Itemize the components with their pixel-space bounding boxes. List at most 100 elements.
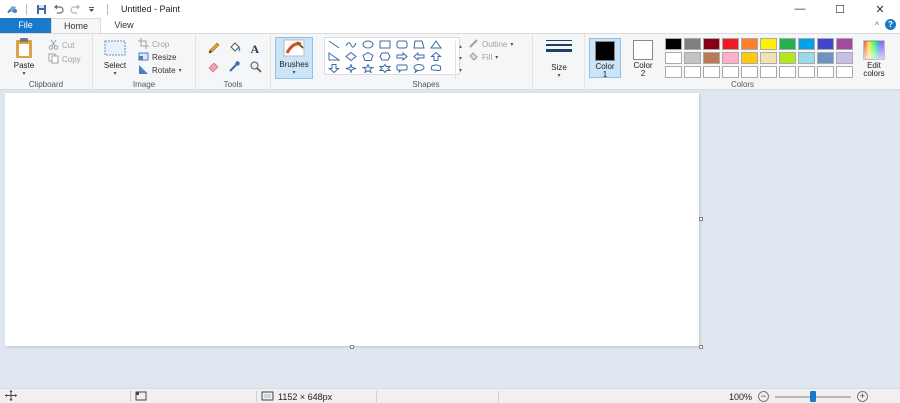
cloud-callout-shape-icon[interactable] xyxy=(429,63,443,74)
zoom-out-button[interactable]: − xyxy=(758,391,770,402)
size-dropdown-icon[interactable]: ▾ xyxy=(542,72,576,81)
rotate-dropdown-icon[interactable]: ▾ xyxy=(179,67,182,74)
gallery-up-icon[interactable]: ▴ xyxy=(456,41,465,53)
pentagon-shape-icon[interactable] xyxy=(361,51,375,62)
diamond-shape-icon[interactable] xyxy=(344,51,358,62)
palette-color-swatch[interactable] xyxy=(779,38,796,50)
magnifier-icon[interactable] xyxy=(248,59,262,73)
paste-dropdown-icon[interactable]: ▾ xyxy=(8,70,40,79)
copy-button[interactable]: Copy xyxy=(48,53,81,65)
brushes-button[interactable]: Brushes ▾ xyxy=(275,37,313,79)
tab-file[interactable]: File xyxy=(0,18,51,33)
canvas-resize-handle-bottom[interactable] xyxy=(350,345,354,349)
palette-color-swatch[interactable] xyxy=(836,38,853,50)
color-2-button[interactable]: Color 2 xyxy=(627,38,659,78)
tab-home[interactable]: Home xyxy=(51,18,101,33)
resize-button[interactable]: Resize xyxy=(138,51,176,63)
color-1-button[interactable]: Color 1 xyxy=(589,38,621,79)
palette-color-swatch[interactable] xyxy=(684,38,701,50)
select-dropdown-icon[interactable]: ▾ xyxy=(99,70,131,79)
rectangle-shape-icon[interactable] xyxy=(378,39,392,50)
right-arrow-shape-icon[interactable] xyxy=(395,51,409,62)
palette-color-swatch[interactable] xyxy=(817,52,834,64)
triangle-shape-icon[interactable] xyxy=(429,39,443,50)
palette-color-swatch[interactable] xyxy=(684,66,701,78)
gallery-down-icon[interactable]: ▾ xyxy=(456,53,465,65)
canvas-resize-handle-right[interactable] xyxy=(699,217,703,221)
drawing-canvas[interactable] xyxy=(5,93,699,346)
right-triangle-shape-icon[interactable] xyxy=(327,51,341,62)
brushes-dropdown-icon[interactable]: ▾ xyxy=(276,69,312,78)
palette-color-swatch[interactable] xyxy=(665,52,682,64)
palette-color-swatch[interactable] xyxy=(836,66,853,78)
fill-dropdown-icon[interactable]: ▾ xyxy=(495,54,498,61)
outline-dropdown-icon[interactable]: ▾ xyxy=(510,41,513,48)
zoom-in-button[interactable]: + xyxy=(857,391,869,402)
shapes-gallery-scroll[interactable]: ▴ ▾ ▾ xyxy=(455,41,465,79)
palette-color-swatch[interactable] xyxy=(722,52,739,64)
palette-color-swatch[interactable] xyxy=(703,38,720,50)
palette-color-swatch[interactable] xyxy=(779,66,796,78)
fill-button[interactable]: Fill ▾ xyxy=(468,51,498,63)
palette-color-swatch[interactable] xyxy=(665,66,682,78)
maximize-button[interactable]: ☐ xyxy=(820,0,860,18)
palette-color-swatch[interactable] xyxy=(703,52,720,64)
customize-toolbar-chevron-icon[interactable] xyxy=(87,4,98,15)
palette-color-swatch[interactable] xyxy=(741,66,758,78)
color-picker-icon[interactable] xyxy=(227,59,241,73)
hexagon-shape-icon[interactable] xyxy=(378,51,392,62)
edit-colors-button[interactable]: Edit colors xyxy=(857,38,891,78)
up-arrow-shape-icon[interactable] xyxy=(429,51,443,62)
outline-button[interactable]: Outline ▾ xyxy=(468,38,513,50)
text-tool-icon[interactable]: A xyxy=(248,41,262,55)
polygon-shape-icon[interactable] xyxy=(412,39,426,50)
fill-bucket-icon[interactable] xyxy=(227,41,241,55)
line-shape-icon[interactable] xyxy=(327,39,341,50)
select-button[interactable]: Select ▾ xyxy=(99,37,131,79)
paint-app-icon[interactable] xyxy=(6,4,17,15)
oval-shape-icon[interactable] xyxy=(361,39,375,50)
save-icon[interactable] xyxy=(36,4,47,15)
rounded-callout-shape-icon[interactable] xyxy=(395,63,409,74)
palette-color-swatch[interactable] xyxy=(722,38,739,50)
six-point-star-shape-icon[interactable] xyxy=(378,63,392,74)
five-point-star-shape-icon[interactable] xyxy=(361,63,375,74)
minimize-button[interactable]: — xyxy=(780,0,820,18)
palette-color-swatch[interactable] xyxy=(798,66,815,78)
rounded-rectangle-shape-icon[interactable] xyxy=(395,39,409,50)
help-icon[interactable]: ? xyxy=(885,19,896,30)
gallery-more-icon[interactable]: ▾ xyxy=(456,65,465,77)
rotate-button[interactable]: Rotate ▾ xyxy=(138,64,182,76)
collapse-ribbon-icon[interactable]: ^ xyxy=(875,20,879,30)
redo-icon[interactable] xyxy=(70,4,81,15)
palette-color-swatch[interactable] xyxy=(760,38,777,50)
palette-color-swatch[interactable] xyxy=(760,52,777,64)
tab-view[interactable]: View xyxy=(101,18,147,33)
left-arrow-shape-icon[interactable] xyxy=(412,51,426,62)
canvas-resize-handle-corner[interactable] xyxy=(699,345,703,349)
palette-color-swatch[interactable] xyxy=(798,52,815,64)
pencil-icon[interactable] xyxy=(206,41,220,55)
palette-color-swatch[interactable] xyxy=(684,52,701,64)
palette-color-swatch[interactable] xyxy=(665,38,682,50)
palette-color-swatch[interactable] xyxy=(779,52,796,64)
zoom-slider[interactable] xyxy=(775,390,852,402)
crop-button[interactable]: Crop xyxy=(138,37,169,50)
four-point-star-shape-icon[interactable] xyxy=(344,63,358,74)
size-button[interactable]: Size ▾ xyxy=(542,37,576,81)
palette-color-swatch[interactable] xyxy=(798,38,815,50)
palette-color-swatch[interactable] xyxy=(760,66,777,78)
oval-callout-shape-icon[interactable] xyxy=(412,63,426,74)
down-arrow-shape-icon[interactable] xyxy=(327,63,341,74)
zoom-slider-thumb[interactable] xyxy=(810,390,817,402)
palette-color-swatch[interactable] xyxy=(703,66,720,78)
palette-color-swatch[interactable] xyxy=(722,66,739,78)
palette-color-swatch[interactable] xyxy=(836,52,853,64)
curve-shape-icon[interactable] xyxy=(344,39,358,50)
palette-color-swatch[interactable] xyxy=(817,38,834,50)
palette-color-swatch[interactable] xyxy=(817,66,834,78)
paste-button[interactable]: Paste ▾ xyxy=(8,37,40,79)
cut-button[interactable]: Cut xyxy=(48,39,74,51)
palette-color-swatch[interactable] xyxy=(741,38,758,50)
eraser-icon[interactable] xyxy=(206,59,220,73)
